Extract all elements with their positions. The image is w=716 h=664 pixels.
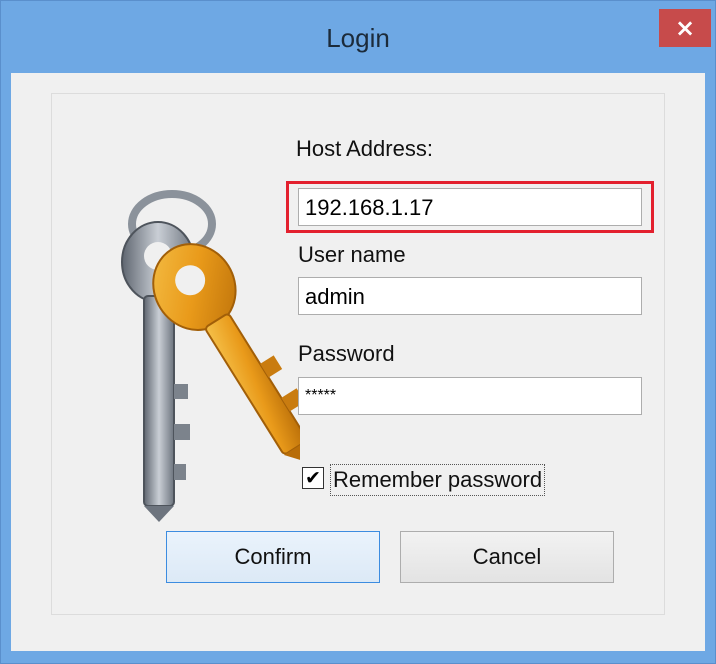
login-dialog: Login × Host Address: 192.168.1.17 User … (0, 0, 716, 664)
dialog-title: Login (326, 23, 390, 53)
user-name-label: User name (298, 242, 406, 267)
remember-password-checkbox[interactable]: ✔ (302, 467, 324, 489)
user-name-input[interactable]: admin (298, 277, 642, 315)
keys-icon (121, 190, 300, 522)
host-address-label: Host Address: (296, 136, 433, 161)
close-button[interactable]: × (659, 9, 711, 47)
login-group-box: Host Address: 192.168.1.17 User name adm… (51, 93, 665, 615)
close-icon: × (674, 14, 696, 42)
password-input[interactable]: ***** (298, 377, 642, 415)
password-label: Password (298, 341, 395, 366)
host-address-highlight (286, 181, 654, 233)
dialog-body: Host Address: 192.168.1.17 User name adm… (11, 73, 705, 651)
remember-password-label[interactable]: Remember password (330, 464, 546, 496)
cancel-button[interactable]: Cancel (400, 531, 614, 583)
title-bar[interactable]: Login × (1, 1, 715, 73)
confirm-button[interactable]: Confirm (166, 531, 380, 583)
